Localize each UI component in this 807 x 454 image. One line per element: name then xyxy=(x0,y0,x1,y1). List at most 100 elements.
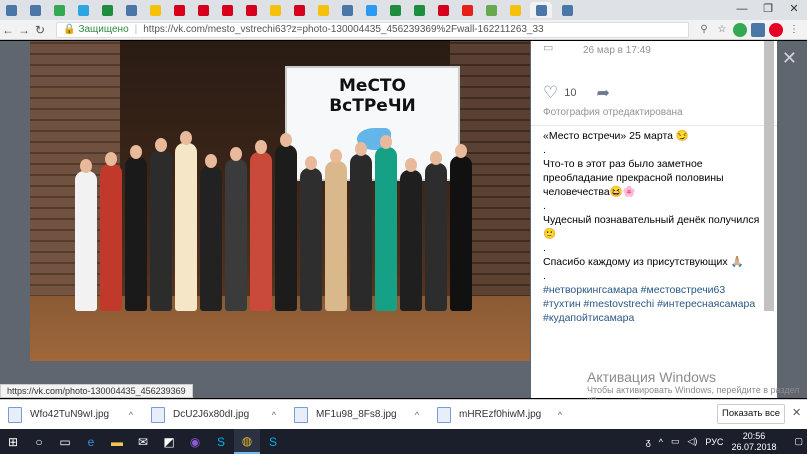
reload-icon[interactable]: ↻ xyxy=(32,23,48,37)
back-icon[interactable]: ← xyxy=(0,23,16,37)
close-viewer-icon[interactable]: ✕ xyxy=(782,48,797,69)
person-head xyxy=(155,138,167,152)
post-line: «Место встречи» 25 марта 😏 xyxy=(543,130,689,142)
notifications-icon[interactable]: ▢ xyxy=(794,436,803,447)
side-scrollbar[interactable] xyxy=(764,41,774,311)
browser-tab[interactable] xyxy=(218,2,236,18)
vk-icon xyxy=(5,4,17,16)
post-line: Что-то в этот раз было заметное преоблад… xyxy=(543,158,724,198)
explorer-icon[interactable]: ▬ xyxy=(104,429,130,454)
chevron-up-icon[interactable]: ^ xyxy=(272,410,276,420)
restore-icon[interactable]: ❐ xyxy=(755,0,781,20)
vk-icon xyxy=(125,4,137,16)
browser-tab[interactable] xyxy=(410,2,428,18)
author-avatar[interactable]: ▭ xyxy=(543,41,553,54)
browser-tab[interactable] xyxy=(558,2,576,18)
browser-tab[interactable] xyxy=(530,2,552,18)
chevron-up-icon[interactable]: ^ xyxy=(129,410,133,420)
youtube-icon xyxy=(461,4,473,16)
download-filename: MF1u98_8Fs8.jpg xyxy=(316,409,397,420)
language-indicator[interactable]: РУС xyxy=(705,437,723,447)
browser-tab[interactable] xyxy=(458,2,476,18)
browser-tab[interactable] xyxy=(170,2,188,18)
network-icon[interactable]: ▭ xyxy=(671,436,680,447)
flag-icon xyxy=(389,4,401,16)
chevron-up-icon[interactable]: ^ xyxy=(558,410,562,420)
skype-icon[interactable]: S xyxy=(208,429,234,454)
person-figure xyxy=(425,163,447,311)
download-filename: mHREzf0hiwM.jpg xyxy=(459,409,542,420)
skype2-icon[interactable]: S xyxy=(260,429,286,454)
hashtag-line[interactable]: #нетворкингсамара #местовстречи63 xyxy=(543,283,768,297)
like-count[interactable]: 10 xyxy=(564,87,576,99)
edge-icon[interactable]: e xyxy=(78,429,104,454)
browser-tab[interactable] xyxy=(338,2,356,18)
download-item[interactable]: DcU2J6x80dI.jpg ^ xyxy=(143,406,286,423)
browser-tab[interactable] xyxy=(482,2,500,18)
browser-tab[interactable] xyxy=(26,2,44,18)
viber-icon[interactable]: ◉ xyxy=(182,429,208,454)
hashtag-line[interactable]: #кудапойтисамара xyxy=(543,311,768,325)
post-line: . xyxy=(543,200,546,212)
menu-icon[interactable]: ⋮ xyxy=(787,23,801,37)
pinterest-icon[interactable] xyxy=(769,22,783,37)
post-line: . xyxy=(543,270,546,282)
show-all-button[interactable]: Показать все xyxy=(717,404,785,424)
close-window-icon[interactable]: ✕ xyxy=(781,0,807,20)
search-icon[interactable]: ○ xyxy=(26,429,52,454)
browser-tab[interactable] xyxy=(362,2,380,18)
people-icon[interactable]: ᵹ xyxy=(646,437,651,447)
browser-tab[interactable] xyxy=(290,2,308,18)
browser-tab[interactable] xyxy=(314,2,332,18)
clock[interactable]: 20:56 26.07.2018 xyxy=(731,431,776,453)
minimize-icon[interactable]: — xyxy=(729,0,755,20)
heart-icon[interactable]: ♡ xyxy=(543,83,558,103)
windows-start-icon[interactable]: ⊞ xyxy=(0,429,26,454)
mail-icon[interactable]: ✉ xyxy=(130,429,156,454)
chrome-icon[interactable]: ◍ xyxy=(234,429,260,454)
browser-tab[interactable] xyxy=(386,2,404,18)
close-download-bar-icon[interactable]: ✕ xyxy=(792,406,801,419)
browser-tab[interactable] xyxy=(146,2,164,18)
url-input[interactable]: 🔒 Защищено | https://vk.com/mesto_vstrec… xyxy=(56,21,689,38)
browser-tab[interactable] xyxy=(242,2,260,18)
image-file-icon xyxy=(151,406,165,423)
hashtag-line[interactable]: #тухтин #mestovstrechi #интереснаясамара xyxy=(543,297,768,311)
g-icon xyxy=(53,4,65,16)
browser-tab[interactable] xyxy=(194,2,212,18)
zoom-icon[interactable]: ⚲ xyxy=(697,23,711,37)
chevron-up-tray-icon[interactable]: ^ xyxy=(659,437,663,447)
browser-tab[interactable] xyxy=(50,2,68,18)
browser-tab[interactable] xyxy=(74,2,92,18)
browser-tab[interactable] xyxy=(2,2,20,18)
task-view-icon[interactable]: ▭ xyxy=(52,429,78,454)
event-photo[interactable]: МеСТО ВсТРеЧИ xyxy=(30,41,530,361)
browser-tab[interactable] xyxy=(506,2,524,18)
yellow-icon xyxy=(149,4,161,16)
download-item[interactable]: mHREzf0hiwM.jpg ^ xyxy=(429,406,572,423)
post-date[interactable]: 26 мар в 17:49 xyxy=(583,45,651,56)
person-head xyxy=(330,149,342,163)
star-icon[interactable]: ☆ xyxy=(715,23,729,37)
yellow-icon xyxy=(509,4,521,16)
browser-tab[interactable] xyxy=(98,2,116,18)
download-item[interactable]: MF1u98_8Fs8.jpg ^ xyxy=(286,406,429,423)
person-head xyxy=(255,140,267,154)
forward-icon[interactable]: → xyxy=(16,23,32,37)
download-item[interactable]: Wfo42TuN9wI.jpg ^ xyxy=(0,406,143,423)
photos-icon[interactable]: ◩ xyxy=(156,429,182,454)
volume-icon[interactable]: ◁) xyxy=(687,436,697,447)
yellow-icon xyxy=(269,4,281,16)
share-icon[interactable]: ➦ xyxy=(597,83,610,103)
square-icon xyxy=(245,4,257,16)
browser-tab[interactable] xyxy=(122,2,140,18)
chrome-ext-icon[interactable] xyxy=(733,22,747,37)
clock-time: 20:56 xyxy=(742,430,766,441)
browser-tab[interactable] xyxy=(434,2,452,18)
vk-icon xyxy=(341,4,353,16)
browser-tab[interactable] xyxy=(266,2,284,18)
mail-icon xyxy=(365,4,377,16)
chevron-up-icon[interactable]: ^ xyxy=(415,410,419,420)
vk-ext-icon[interactable] xyxy=(751,22,765,37)
person-figure xyxy=(100,164,122,311)
